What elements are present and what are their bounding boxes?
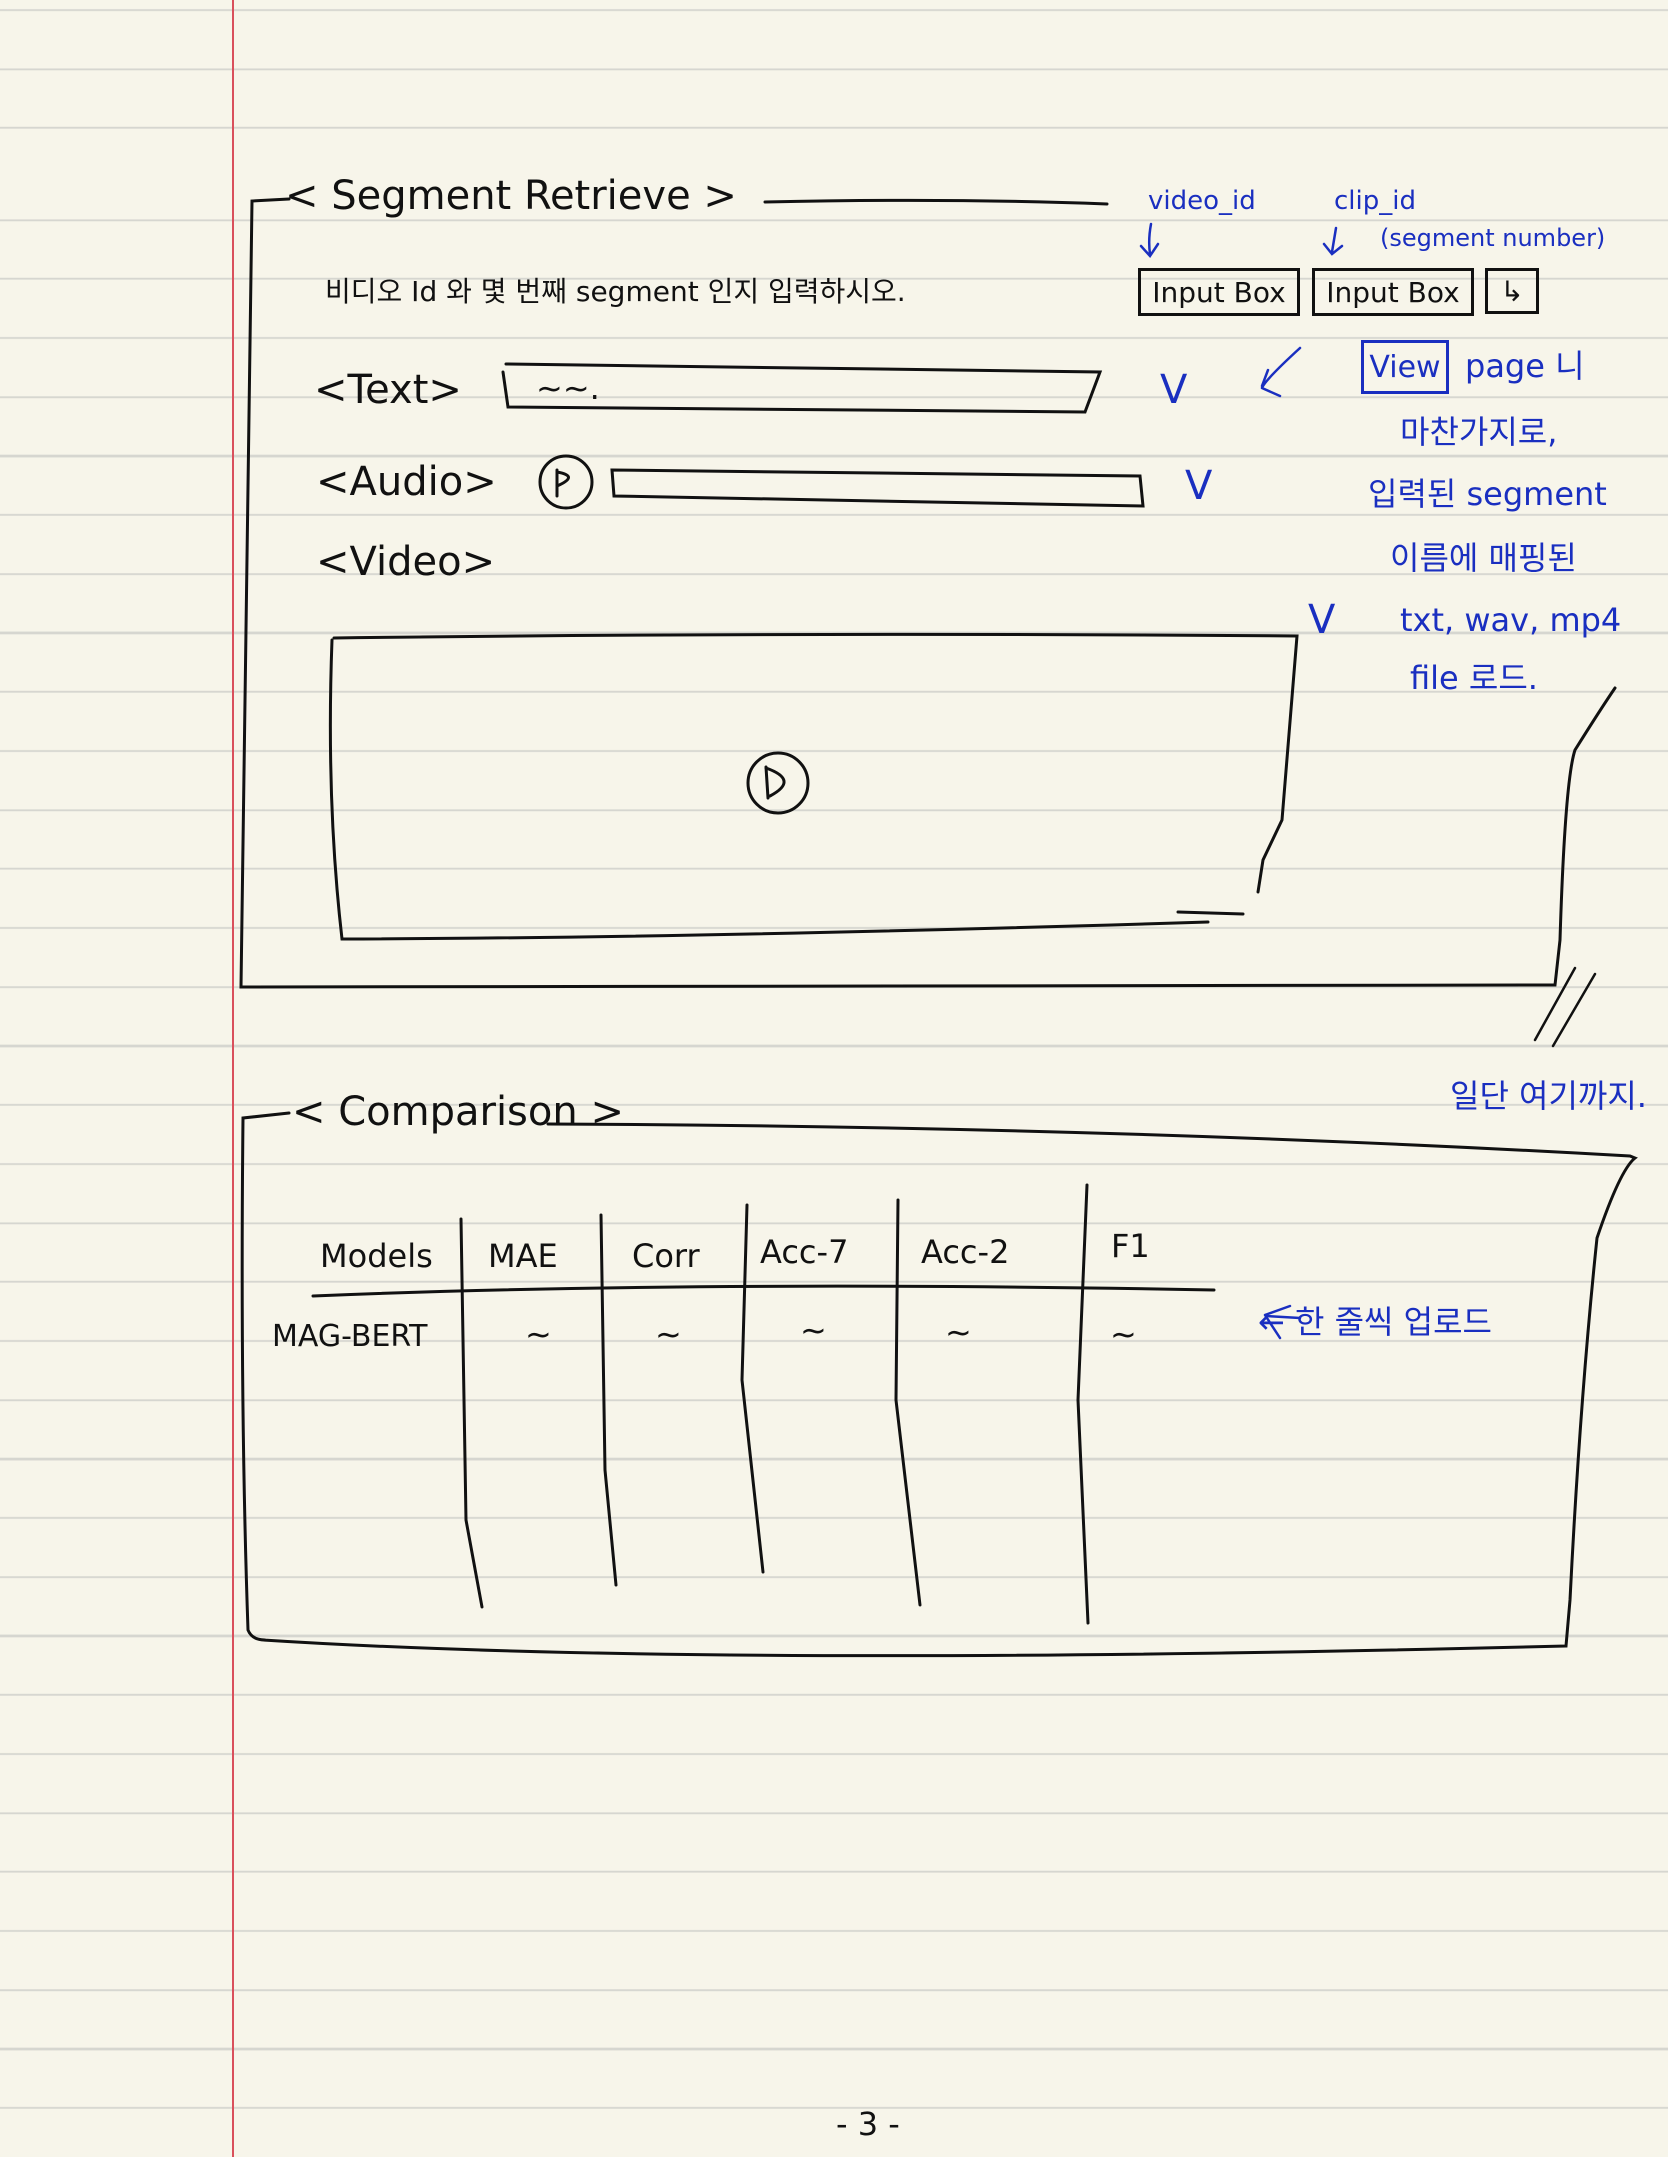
- text-label: <Text>: [314, 367, 462, 413]
- clip-id-note: (segment number): [1380, 224, 1606, 252]
- segment-frame: [239, 197, 1617, 989]
- clip-id-label: clip_id: [1334, 186, 1416, 216]
- audio-play-button[interactable]: [540, 456, 594, 510]
- sketch-strokes: [239, 197, 1638, 1658]
- cell-corr: ~: [655, 1315, 682, 1353]
- double-slash: [1533, 966, 1597, 1048]
- cell-model: MAG-BERT: [272, 1319, 428, 1354]
- cell-acc7: ~: [800, 1311, 827, 1349]
- enter-button[interactable]: ↳: [1485, 268, 1539, 314]
- video-frame: [328, 632, 1299, 941]
- checkmark-icon: V: [1185, 463, 1213, 509]
- video-id-input[interactable]: Input Box: [1138, 268, 1300, 316]
- annotation-line: txt, wav, mp4: [1400, 601, 1622, 639]
- column-header-models: Models: [320, 1237, 433, 1275]
- checkmark-icon: V: [1160, 367, 1188, 413]
- column-header-corr: Corr: [632, 1237, 700, 1275]
- cell-f1: ~: [1110, 1315, 1137, 1353]
- stop-note: 일단 여기까지.: [1450, 1077, 1647, 1115]
- annotation-line: file 로드.: [1410, 659, 1538, 697]
- annotation-line: page 니: [1465, 347, 1585, 385]
- video-play-button[interactable]: [746, 751, 808, 813]
- instruction-text: 비디오 Id 와 몇 번째 segment 인지 입력하시오.: [325, 275, 906, 308]
- audio-label: <Audio>: [316, 459, 497, 505]
- video-label: <Video>: [316, 539, 496, 585]
- column-divider: [894, 1198, 922, 1607]
- table-header-rule: [311, 1284, 1216, 1298]
- arrow-down-icon: [1322, 226, 1344, 256]
- annotation-line: 마찬가지로,: [1400, 413, 1558, 451]
- column-divider: [459, 1217, 484, 1609]
- column-header-acc2: Acc-2: [921, 1233, 1010, 1271]
- video-id-label: video_id: [1148, 186, 1256, 216]
- comparison-title: < Comparison >: [292, 1089, 624, 1135]
- annotation-line: 이름에 매핑된: [1390, 539, 1577, 577]
- title-rule: [763, 198, 1109, 206]
- comparison-frame: [240, 1111, 1638, 1658]
- column-divider: [599, 1213, 618, 1587]
- arrow-left-icon: [1260, 346, 1302, 398]
- column-header-f1: F1: [1111, 1227, 1150, 1265]
- checkmark-icon: V: [1308, 597, 1336, 643]
- page-number: - 3 -: [836, 2105, 900, 2143]
- audio-progress-bar[interactable]: [612, 470, 1142, 504]
- column-divider: [1076, 1183, 1090, 1625]
- row-upload-note: ← 한 줄씩 업로드: [1258, 1303, 1492, 1341]
- view-page-box: View: [1361, 340, 1449, 394]
- column-header-acc7: Acc-7: [760, 1233, 849, 1271]
- segment-retrieve-title: < Segment Retrieve >: [285, 173, 737, 219]
- arrow-down-icon: [1139, 222, 1160, 259]
- annotation-line: 입력된 segment: [1368, 475, 1607, 513]
- clip-id-input[interactable]: Input Box: [1312, 268, 1474, 316]
- text-field-value[interactable]: ~~.: [536, 372, 600, 404]
- column-header-mae: MAE: [488, 1237, 558, 1275]
- cell-acc2: ~: [945, 1313, 972, 1351]
- cell-mae: ~: [525, 1315, 552, 1353]
